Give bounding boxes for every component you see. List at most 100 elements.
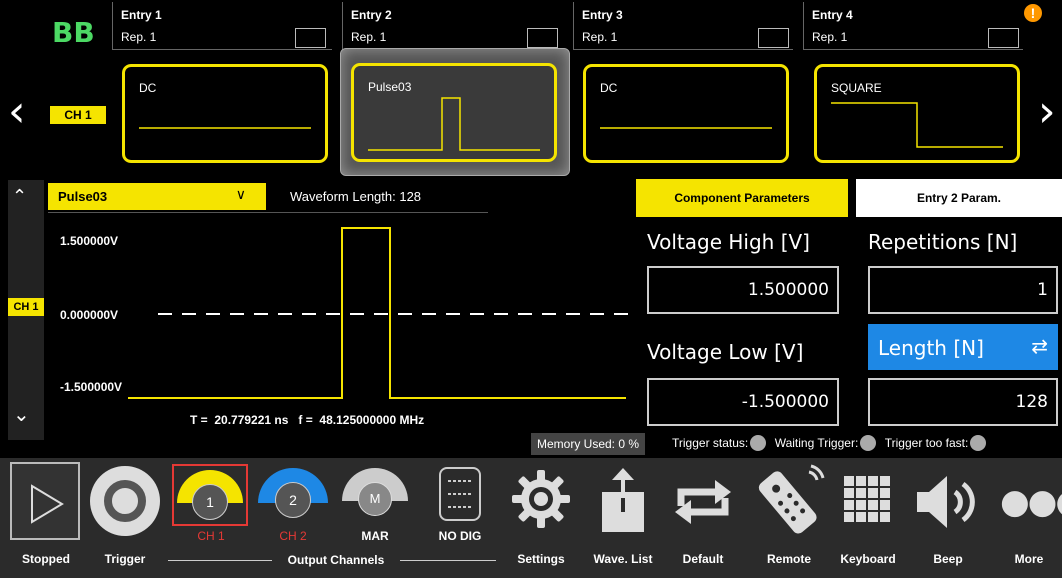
app-window: BB ! Entry 1 Rep. 1 Entry 2 Rep. 1 Entry…	[0, 0, 1062, 578]
trigger-status-indicator-icon	[750, 434, 767, 451]
trigger-status-row: Trigger status: Waiting Trigger: Trigger…	[672, 434, 987, 452]
entry-header-4[interactable]: Entry 4 Rep. 1	[803, 2, 1023, 50]
memory-used: Memory Used: 0 %	[531, 433, 646, 455]
length-label: Length [N]	[878, 336, 984, 360]
channel-tag: CH 1	[50, 106, 106, 124]
waveform-length: Waveform Length: 128	[290, 189, 422, 204]
next-entry-arrow-icon[interactable]: ›	[1038, 90, 1056, 134]
entry-title: Entry 4	[812, 8, 853, 22]
ch2-label: CH 2	[279, 529, 307, 543]
speaker-icon	[917, 476, 975, 528]
output-channels-line-left	[168, 560, 272, 561]
marker-label: MAR	[361, 529, 389, 543]
repetitions-input[interactable]: 1	[868, 266, 1058, 314]
settings-label: Settings	[517, 552, 565, 566]
keyboard-grid-icon	[844, 476, 890, 522]
more-button[interactable]: ●●●	[996, 466, 1062, 542]
entry-rep: Rep. 1	[121, 30, 157, 44]
more-label: More	[1014, 552, 1044, 566]
play-icon	[31, 484, 64, 524]
beep-label: Beep	[933, 552, 963, 566]
length-input[interactable]: 128	[868, 378, 1058, 426]
entry-header-1[interactable]: Entry 1 Rep. 1	[112, 2, 332, 50]
marker-button[interactable]: M	[340, 466, 412, 526]
output-channels-line-right	[400, 560, 496, 561]
entry-checkbox[interactable]	[527, 28, 558, 48]
length-toggle[interactable]: Length [N] ⇄	[868, 324, 1058, 370]
beep-button[interactable]	[912, 466, 984, 542]
keyboard-button[interactable]	[832, 466, 904, 542]
entry-checkbox[interactable]	[295, 28, 326, 48]
play-stop-button[interactable]	[10, 462, 80, 540]
card-waveform-preview	[831, 102, 1003, 148]
entry-checkbox[interactable]	[988, 28, 1019, 48]
entry-title: Entry 2	[351, 8, 392, 22]
trigger-too-fast-label: Trigger too fast:	[884, 435, 969, 450]
ch1-number-badge: 1	[192, 484, 228, 520]
entry-card-1[interactable]: DC	[122, 64, 328, 163]
waveform-plot[interactable]	[48, 220, 633, 410]
waveform-select[interactable]: Pulse03 ∨	[48, 183, 266, 210]
digital-label: NO DIG	[438, 529, 482, 543]
remote-label: Remote	[766, 552, 811, 566]
waiting-trigger-label: Waiting Trigger:	[774, 435, 859, 450]
timing-readout: T = 20.779221 ns f = 48.125000000 MHz	[190, 413, 425, 427]
settings-button[interactable]	[506, 466, 576, 542]
marker-letter-badge: M	[358, 482, 392, 516]
card-waveform-preview	[600, 127, 772, 129]
prev-entry-arrow-icon[interactable]: ‹	[8, 90, 26, 134]
tab-component-parameters[interactable]: Component Parameters	[636, 179, 848, 217]
entry-rep: Rep. 1	[812, 30, 848, 44]
voltage-high-input[interactable]: 1.500000	[647, 266, 839, 314]
entry-card-2-selected[interactable]: Pulse03	[340, 48, 570, 176]
repeat-icon	[675, 480, 731, 524]
waiting-trigger-indicator-icon	[860, 434, 877, 451]
remote-button[interactable]	[750, 464, 828, 542]
keyboard-label: Keyboard	[840, 552, 896, 566]
wave-list-label: Wave. List	[593, 552, 653, 566]
default-label: Default	[682, 552, 724, 566]
collapse-up-chevron-icon[interactable]: ⌃	[12, 186, 27, 207]
default-button[interactable]	[668, 466, 738, 542]
entry-checkbox[interactable]	[758, 28, 789, 48]
repetitions-label: Repetitions [N]	[868, 230, 1018, 254]
editor-channel-tag: CH 1	[8, 298, 44, 316]
stopped-label: Stopped	[22, 552, 70, 566]
entry-card-4[interactable]: SQUARE	[814, 64, 1020, 163]
wave-list-button[interactable]	[590, 466, 656, 542]
dropdown-chevron-icon: ∨	[235, 186, 246, 202]
tab-entry-parameters[interactable]: Entry 2 Param.	[856, 179, 1062, 217]
entry-rep: Rep. 1	[582, 30, 618, 44]
digital-button[interactable]	[433, 466, 487, 524]
entry-header-3[interactable]: Entry 3 Rep. 1	[573, 2, 793, 50]
entry-card-3[interactable]: DC	[583, 64, 789, 163]
output-channels-label: Output Channels	[287, 553, 385, 567]
header-underline	[48, 212, 488, 213]
upload-share-icon	[602, 468, 644, 532]
card-waveform-preview	[368, 97, 540, 151]
ch1-button[interactable]: 1	[172, 464, 248, 526]
alert-icon[interactable]: !	[1024, 4, 1042, 22]
digital-icon	[439, 467, 481, 521]
voltage-low-input[interactable]: -1.500000	[647, 378, 839, 426]
voltage-high-label: Voltage High [V]	[647, 230, 810, 254]
trigger-too-fast-indicator-icon	[970, 434, 987, 451]
card-waveform-name: DC	[600, 81, 618, 95]
entry-title: Entry 1	[121, 8, 162, 22]
trigger-label: Trigger	[104, 552, 146, 566]
entry-rep: Rep. 1	[351, 30, 387, 44]
card-waveform-preview	[139, 127, 311, 129]
card-waveform-name: DC	[139, 81, 157, 95]
brand-logo: BB	[52, 16, 95, 49]
trigger-button[interactable]	[90, 466, 160, 536]
more-dots-icon: ●●●	[1000, 482, 1062, 522]
expand-down-chevron-icon[interactable]: ⌄	[13, 402, 30, 427]
waveform-select-value: Pulse03	[58, 189, 108, 204]
card-waveform-name: SQUARE	[831, 81, 882, 95]
voltage-low-label: Voltage Low [V]	[647, 340, 804, 364]
gear-icon	[512, 470, 570, 528]
entry-title: Entry 3	[582, 8, 623, 22]
ch2-button[interactable]: 2	[256, 466, 330, 526]
entry-header-2[interactable]: Entry 2 Rep. 1	[342, 2, 562, 50]
trigger-icon	[104, 480, 146, 522]
